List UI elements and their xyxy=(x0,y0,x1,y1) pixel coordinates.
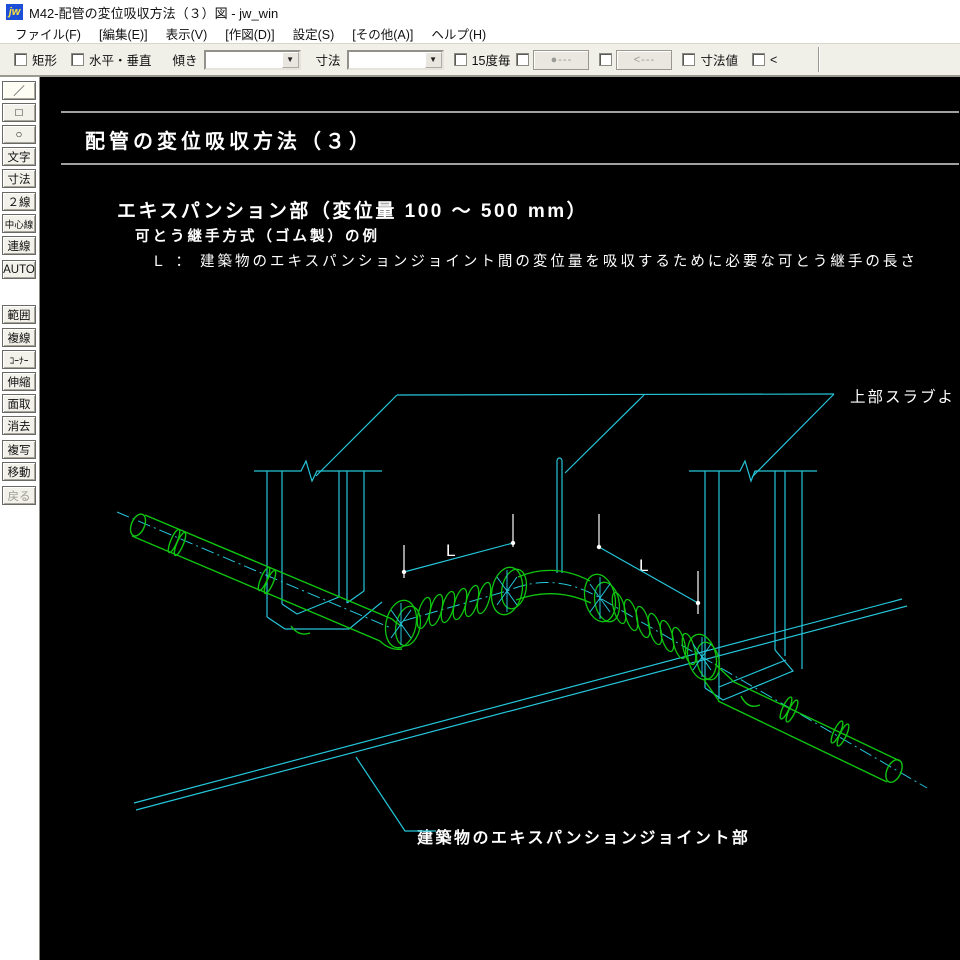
center-joint-hanger xyxy=(557,458,562,573)
menu-view[interactable]: 表示(V) xyxy=(157,24,217,43)
dot-line-checkbox[interactable] xyxy=(516,53,529,66)
sidebar-item-two-lines[interactable]: ２線 xyxy=(2,192,36,211)
toolbar-separator xyxy=(818,47,820,72)
sheet-title: 配管の変位吸収方法（３） xyxy=(85,129,373,153)
menu-help[interactable]: ヘルプ(H) xyxy=(422,24,495,43)
pipe-left-run xyxy=(128,512,403,649)
sidebar-item-copy[interactable]: 複写 xyxy=(2,440,36,459)
dimension-combobox-value xyxy=(349,52,425,68)
menu-edit[interactable]: [編集(E)] xyxy=(90,24,157,43)
arrow-line-checkbox[interactable] xyxy=(599,53,612,66)
sidebar-item-dimension[interactable]: 寸法 xyxy=(2,169,36,188)
jw-win-window: jw M42-配管の変位吸収方法（３）図 - jw_win ファイル(F) [編… xyxy=(0,0,960,960)
tool-sidebar: ／ □ ○ 文字 寸法 ２線 中心線 連線 AUTO 範囲 複線 ｺｰﾅｰ 伸縮… xyxy=(0,77,40,960)
sidebar-item-centerline[interactable]: 中心線 xyxy=(2,214,36,233)
legend-line: Ｌ ： 建築物のエキスパンションジョイント間の変位量を吸収するために必要な可とう… xyxy=(151,252,918,270)
dimension-combobox[interactable]: ▼ xyxy=(347,50,444,70)
rect-checkbox-label: 矩形 xyxy=(32,50,57,69)
sidebar-item-extend[interactable]: 伸縮 xyxy=(2,372,36,391)
flange-spokes xyxy=(391,570,711,677)
menu-settings[interactable]: 設定(S) xyxy=(284,24,344,43)
pipe-centerline xyxy=(117,512,927,788)
every-15deg-label: 15度毎 xyxy=(472,50,511,69)
drawing-canvas[interactable]: 配管の変位吸収方法（３） エキスパンション部（変位量 100 ～ 500 mm）… xyxy=(40,77,960,960)
dim-label-left: L xyxy=(446,541,455,560)
every-15deg-checkbox[interactable] xyxy=(454,53,467,66)
sidebar-item-move[interactable]: 移動 xyxy=(2,462,36,481)
bottom-leader-line xyxy=(356,757,436,831)
dimension-left xyxy=(402,514,515,578)
sidebar-item-line[interactable]: ／ xyxy=(2,81,36,100)
slope-combobox-value xyxy=(206,52,282,68)
toolbar: 矩形 水平・垂直 傾き ▼ 寸法 ▼ 15度毎 ●--- <--- 寸法値 < xyxy=(0,43,960,77)
label-building-joint: 建築物のエキスパンションジョイント部 xyxy=(417,828,750,847)
dim-value-checkbox[interactable] xyxy=(682,53,695,66)
sidebar-item-polyline[interactable]: 連線 xyxy=(2,236,36,255)
right-hanger-channel xyxy=(689,461,817,700)
menu-bar: ファイル(F) [編集(E)] 表示(V) [作図(D)] 設定(S) [その他… xyxy=(0,24,960,43)
slope-label: 傾き xyxy=(173,50,198,69)
window-titlebar[interactable]: jw M42-配管の変位吸収方法（３）図 - jw_win xyxy=(0,0,960,24)
sidebar-item-erase[interactable]: 消去 xyxy=(2,416,36,435)
dimension-label: 寸法 xyxy=(316,50,341,69)
label-upper-slab: 上部スラブよ xyxy=(850,387,955,406)
sidebar-item-range[interactable]: 範囲 xyxy=(2,305,36,324)
sidebar-item-chamfer[interactable]: 面取 xyxy=(2,394,36,413)
horizontal-vertical-label: 水平・垂直 xyxy=(89,50,152,69)
menu-draw[interactable]: [作図(D)] xyxy=(216,24,283,43)
app-icon: jw xyxy=(6,4,23,20)
pipe-right-run xyxy=(704,664,905,785)
sidebar-item-offset[interactable]: 複線 xyxy=(2,328,36,347)
left-hanger-channel xyxy=(254,461,382,629)
sidebar-item-text[interactable]: 文字 xyxy=(2,147,36,166)
flexible-joint-bellows xyxy=(381,564,722,682)
arrow-line-button[interactable]: <--- xyxy=(616,50,672,70)
less-than-label: < xyxy=(770,53,777,67)
rect-checkbox[interactable] xyxy=(14,53,27,66)
sidebar-item-corner[interactable]: ｺｰﾅｰ xyxy=(2,350,36,369)
subheading: 可とう継手方式（ゴム製）の例 xyxy=(135,227,380,245)
cad-drawing: 配管の変位吸収方法（３） エキスパンション部（変位量 100 ～ 500 mm）… xyxy=(40,77,959,960)
less-than-checkbox[interactable] xyxy=(752,53,765,66)
sidebar-item-auto[interactable]: AUTO xyxy=(2,260,36,279)
menu-other[interactable]: [その他(A)] xyxy=(343,24,422,43)
window-title: M42-配管の変位吸収方法（３）図 - jw_win xyxy=(29,3,278,22)
sidebar-item-undo[interactable]: 戻る xyxy=(2,486,36,505)
upper-slab-outline xyxy=(316,394,834,477)
chevron-down-icon[interactable]: ▼ xyxy=(425,52,442,68)
dim-value-label: 寸法値 xyxy=(700,50,738,69)
heading: エキスパンション部（変位量 100 ～ 500 mm） xyxy=(117,199,588,222)
sidebar-item-circle[interactable]: ○ xyxy=(2,125,36,144)
dot-line-button[interactable]: ●--- xyxy=(533,50,589,70)
slope-combobox[interactable]: ▼ xyxy=(204,50,301,70)
chevron-down-icon[interactable]: ▼ xyxy=(282,52,299,68)
sidebar-item-rectangle[interactable]: □ xyxy=(2,103,36,122)
horizontal-vertical-checkbox[interactable] xyxy=(71,53,84,66)
menu-file[interactable]: ファイル(F) xyxy=(6,24,90,43)
